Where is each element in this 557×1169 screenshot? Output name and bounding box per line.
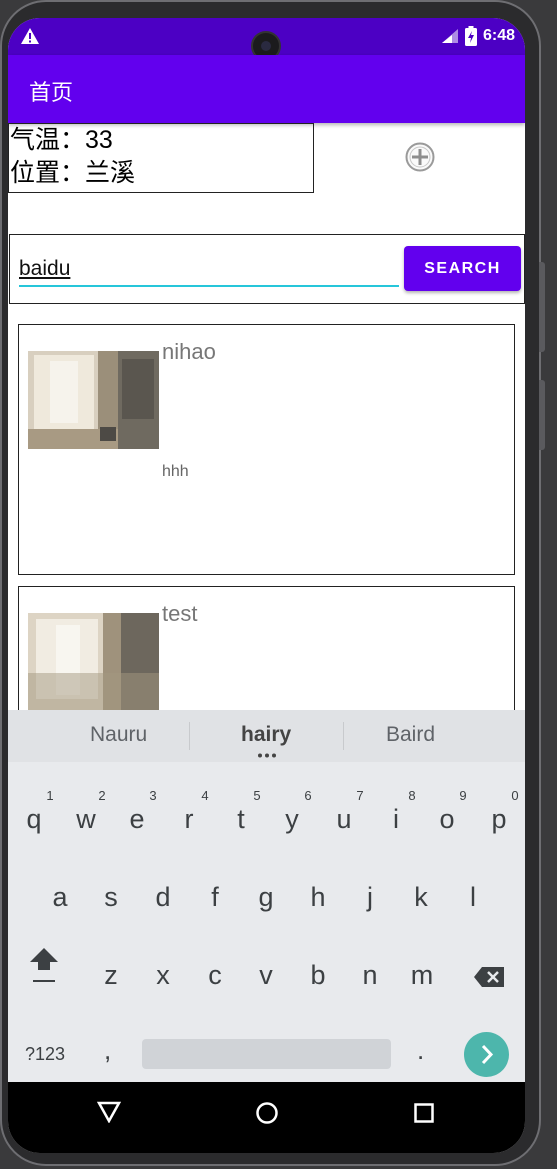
key-e[interactable]: e: [117, 804, 157, 835]
key-z[interactable]: z: [91, 960, 131, 991]
key-x[interactable]: x: [143, 960, 183, 991]
card-title: nihao: [162, 339, 216, 364]
recents-icon[interactable]: [414, 1103, 434, 1123]
key-k[interactable]: k: [401, 882, 441, 913]
key-s[interactable]: s: [91, 882, 131, 913]
room-thumbnail-image: [28, 613, 159, 711]
divider: [343, 722, 344, 750]
navigation-bar: [8, 1082, 525, 1153]
signal-icon: [441, 29, 458, 43]
key-b[interactable]: b: [298, 960, 338, 991]
page-title: 首页: [29, 80, 74, 105]
key-hint: 3: [149, 788, 157, 803]
spacebar[interactable]: [142, 1039, 391, 1069]
power-button: [539, 380, 545, 450]
battery-icon: [464, 26, 477, 46]
more-suggestions-icon[interactable]: [257, 753, 277, 758]
temperature-label: 气温：33: [10, 126, 113, 154]
status-bar: 6:48: [8, 18, 525, 61]
key-i[interactable]: i: [376, 804, 416, 835]
symbols-key[interactable]: ?123: [25, 1044, 65, 1065]
phone-screen: 6:48 首页 气温：33 位置：兰溪 SEARCH: [8, 18, 525, 1153]
location-label: 位置：兰溪: [10, 159, 136, 187]
soft-keyboard: Nauru hairy Baird 1 2 3 4 5 6 7 8 9 0 q …: [8, 710, 525, 1082]
key-j[interactable]: j: [350, 882, 390, 913]
key-f[interactable]: f: [195, 882, 235, 913]
back-icon[interactable]: [97, 1101, 121, 1123]
app-bar: 首页: [8, 55, 525, 123]
weather-box: 气温：33 位置：兰溪: [8, 123, 314, 193]
key-o[interactable]: o: [427, 804, 467, 835]
key-w[interactable]: w: [66, 804, 106, 835]
key-hint: 8: [408, 788, 416, 803]
key-l[interactable]: l: [453, 882, 493, 913]
home-icon[interactable]: [255, 1101, 279, 1125]
suggestion-item[interactable]: Baird: [386, 723, 435, 747]
key-m[interactable]: m: [402, 960, 442, 991]
key-hint: 7: [356, 788, 364, 803]
key-hint: 1: [46, 788, 54, 803]
key-hint: 4: [201, 788, 209, 803]
suggestion-item[interactable]: Nauru: [90, 723, 147, 747]
key-hint: 0: [511, 788, 519, 803]
period-key[interactable]: .: [417, 1035, 424, 1066]
shift-icon[interactable]: [28, 946, 60, 984]
key-y[interactable]: y: [272, 804, 312, 835]
search-bar: SEARCH: [9, 234, 525, 304]
card-description: hhh: [162, 463, 189, 480]
room-thumbnail-image: [28, 351, 159, 449]
list-item[interactable]: nihao hhh: [18, 324, 515, 575]
backspace-icon[interactable]: [473, 966, 505, 988]
add-circle-icon[interactable]: [404, 141, 436, 173]
comma-key[interactable]: ,: [104, 1035, 111, 1066]
search-input-underline: [19, 285, 399, 287]
volume-button: [539, 262, 545, 352]
suggestion-strip: Nauru hairy Baird: [8, 710, 525, 762]
status-time: 6:48: [482, 27, 515, 44]
key-q[interactable]: q: [14, 804, 54, 835]
enter-arrow-icon[interactable]: [464, 1032, 509, 1077]
key-a[interactable]: a: [40, 882, 80, 913]
warning-icon: [21, 28, 39, 44]
key-hint: 5: [253, 788, 261, 803]
key-t[interactable]: t: [221, 804, 261, 835]
divider: [189, 722, 190, 750]
key-r[interactable]: r: [169, 804, 209, 835]
key-u[interactable]: u: [324, 804, 364, 835]
key-hint: 9: [459, 788, 467, 803]
card-title: test: [162, 601, 198, 626]
search-input[interactable]: [19, 253, 397, 285]
key-p[interactable]: p: [479, 804, 519, 835]
key-h[interactable]: h: [298, 882, 338, 913]
key-d[interactable]: d: [143, 882, 183, 913]
key-c[interactable]: c: [195, 960, 235, 991]
search-button[interactable]: SEARCH: [404, 246, 521, 291]
key-hint: 2: [98, 788, 106, 803]
key-v[interactable]: v: [246, 960, 286, 991]
suggestion-item[interactable]: hairy: [241, 723, 291, 747]
key-hint: 6: [304, 788, 312, 803]
key-n[interactable]: n: [350, 960, 390, 991]
key-g[interactable]: g: [246, 882, 286, 913]
